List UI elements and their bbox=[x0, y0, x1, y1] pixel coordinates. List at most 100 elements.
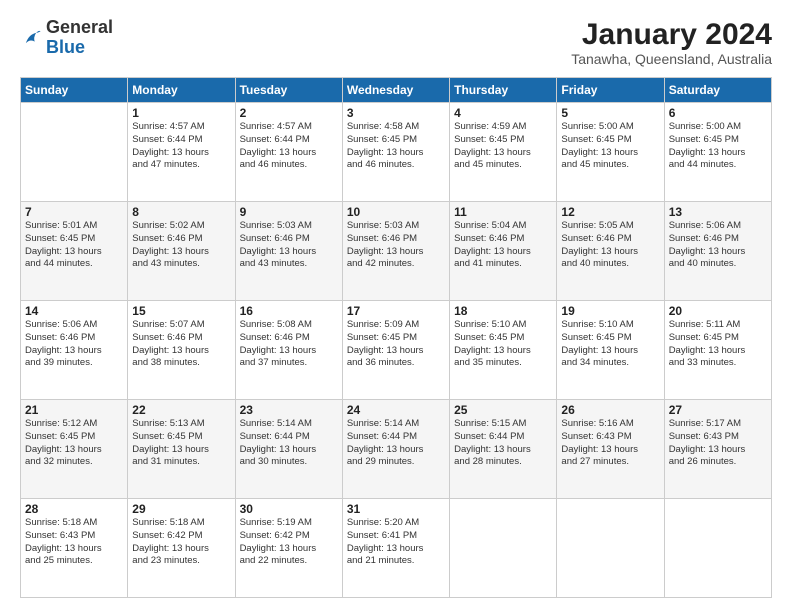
day-number: 19 bbox=[561, 304, 659, 318]
day-number: 14 bbox=[25, 304, 123, 318]
day-info: Sunrise: 4:58 AM Sunset: 6:45 PM Dayligh… bbox=[347, 121, 445, 172]
day-info: Sunrise: 5:00 AM Sunset: 6:45 PM Dayligh… bbox=[669, 121, 767, 172]
day-number: 1 bbox=[132, 106, 230, 120]
weekday-header-monday: Monday bbox=[128, 78, 235, 103]
day-info: Sunrise: 5:20 AM Sunset: 6:41 PM Dayligh… bbox=[347, 517, 445, 568]
calendar-cell: 24Sunrise: 5:14 AM Sunset: 6:44 PM Dayli… bbox=[342, 400, 449, 499]
day-info: Sunrise: 5:14 AM Sunset: 6:44 PM Dayligh… bbox=[240, 418, 338, 469]
day-number: 30 bbox=[240, 502, 338, 516]
day-info: Sunrise: 5:16 AM Sunset: 6:43 PM Dayligh… bbox=[561, 418, 659, 469]
day-info: Sunrise: 5:15 AM Sunset: 6:44 PM Dayligh… bbox=[454, 418, 552, 469]
calendar-cell: 21Sunrise: 5:12 AM Sunset: 6:45 PM Dayli… bbox=[21, 400, 128, 499]
logo-text: General Blue bbox=[46, 18, 113, 58]
day-number: 29 bbox=[132, 502, 230, 516]
calendar-cell bbox=[664, 499, 771, 598]
day-info: Sunrise: 5:10 AM Sunset: 6:45 PM Dayligh… bbox=[454, 319, 552, 370]
day-number: 12 bbox=[561, 205, 659, 219]
day-info: Sunrise: 5:11 AM Sunset: 6:45 PM Dayligh… bbox=[669, 319, 767, 370]
calendar-cell: 1Sunrise: 4:57 AM Sunset: 6:44 PM Daylig… bbox=[128, 103, 235, 202]
calendar-page: General Blue January 2024 Tanawha, Queen… bbox=[0, 0, 792, 612]
day-info: Sunrise: 4:57 AM Sunset: 6:44 PM Dayligh… bbox=[132, 121, 230, 172]
day-info: Sunrise: 5:14 AM Sunset: 6:44 PM Dayligh… bbox=[347, 418, 445, 469]
logo-general: General bbox=[46, 17, 113, 37]
calendar-cell: 15Sunrise: 5:07 AM Sunset: 6:46 PM Dayli… bbox=[128, 301, 235, 400]
day-info: Sunrise: 5:00 AM Sunset: 6:45 PM Dayligh… bbox=[561, 121, 659, 172]
day-info: Sunrise: 5:03 AM Sunset: 6:46 PM Dayligh… bbox=[240, 220, 338, 271]
calendar-cell: 14Sunrise: 5:06 AM Sunset: 6:46 PM Dayli… bbox=[21, 301, 128, 400]
day-info: Sunrise: 5:07 AM Sunset: 6:46 PM Dayligh… bbox=[132, 319, 230, 370]
day-info: Sunrise: 5:10 AM Sunset: 6:45 PM Dayligh… bbox=[561, 319, 659, 370]
day-info: Sunrise: 5:19 AM Sunset: 6:42 PM Dayligh… bbox=[240, 517, 338, 568]
title-block: January 2024 Tanawha, Queensland, Austra… bbox=[571, 18, 772, 67]
day-info: Sunrise: 5:09 AM Sunset: 6:45 PM Dayligh… bbox=[347, 319, 445, 370]
day-number: 18 bbox=[454, 304, 552, 318]
week-row-1: 1Sunrise: 4:57 AM Sunset: 6:44 PM Daylig… bbox=[21, 103, 772, 202]
week-row-4: 21Sunrise: 5:12 AM Sunset: 6:45 PM Dayli… bbox=[21, 400, 772, 499]
day-number: 23 bbox=[240, 403, 338, 417]
calendar-cell: 30Sunrise: 5:19 AM Sunset: 6:42 PM Dayli… bbox=[235, 499, 342, 598]
week-row-5: 28Sunrise: 5:18 AM Sunset: 6:43 PM Dayli… bbox=[21, 499, 772, 598]
calendar-cell: 27Sunrise: 5:17 AM Sunset: 6:43 PM Dayli… bbox=[664, 400, 771, 499]
month-title: January 2024 bbox=[571, 18, 772, 51]
calendar-cell: 17Sunrise: 5:09 AM Sunset: 6:45 PM Dayli… bbox=[342, 301, 449, 400]
day-info: Sunrise: 5:05 AM Sunset: 6:46 PM Dayligh… bbox=[561, 220, 659, 271]
calendar-cell: 13Sunrise: 5:06 AM Sunset: 6:46 PM Dayli… bbox=[664, 202, 771, 301]
calendar-cell bbox=[21, 103, 128, 202]
day-info: Sunrise: 5:18 AM Sunset: 6:42 PM Dayligh… bbox=[132, 517, 230, 568]
day-number: 16 bbox=[240, 304, 338, 318]
calendar-cell: 7Sunrise: 5:01 AM Sunset: 6:45 PM Daylig… bbox=[21, 202, 128, 301]
day-number: 31 bbox=[347, 502, 445, 516]
day-number: 26 bbox=[561, 403, 659, 417]
day-info: Sunrise: 5:18 AM Sunset: 6:43 PM Dayligh… bbox=[25, 517, 123, 568]
weekday-header-saturday: Saturday bbox=[664, 78, 771, 103]
day-number: 9 bbox=[240, 205, 338, 219]
calendar-cell: 23Sunrise: 5:14 AM Sunset: 6:44 PM Dayli… bbox=[235, 400, 342, 499]
day-number: 6 bbox=[669, 106, 767, 120]
calendar-cell: 31Sunrise: 5:20 AM Sunset: 6:41 PM Dayli… bbox=[342, 499, 449, 598]
calendar-cell: 10Sunrise: 5:03 AM Sunset: 6:46 PM Dayli… bbox=[342, 202, 449, 301]
day-info: Sunrise: 4:59 AM Sunset: 6:45 PM Dayligh… bbox=[454, 121, 552, 172]
week-row-2: 7Sunrise: 5:01 AM Sunset: 6:45 PM Daylig… bbox=[21, 202, 772, 301]
day-number: 11 bbox=[454, 205, 552, 219]
week-row-3: 14Sunrise: 5:06 AM Sunset: 6:46 PM Dayli… bbox=[21, 301, 772, 400]
calendar-cell: 8Sunrise: 5:02 AM Sunset: 6:46 PM Daylig… bbox=[128, 202, 235, 301]
logo-bird-icon bbox=[20, 27, 42, 49]
day-info: Sunrise: 5:06 AM Sunset: 6:46 PM Dayligh… bbox=[25, 319, 123, 370]
day-number: 25 bbox=[454, 403, 552, 417]
calendar-cell: 19Sunrise: 5:10 AM Sunset: 6:45 PM Dayli… bbox=[557, 301, 664, 400]
day-number: 2 bbox=[240, 106, 338, 120]
day-number: 24 bbox=[347, 403, 445, 417]
day-info: Sunrise: 5:13 AM Sunset: 6:45 PM Dayligh… bbox=[132, 418, 230, 469]
calendar-table: SundayMondayTuesdayWednesdayThursdayFrid… bbox=[20, 77, 772, 598]
calendar-cell: 22Sunrise: 5:13 AM Sunset: 6:45 PM Dayli… bbox=[128, 400, 235, 499]
day-number: 10 bbox=[347, 205, 445, 219]
day-info: Sunrise: 5:12 AM Sunset: 6:45 PM Dayligh… bbox=[25, 418, 123, 469]
calendar-cell: 5Sunrise: 5:00 AM Sunset: 6:45 PM Daylig… bbox=[557, 103, 664, 202]
calendar-cell: 28Sunrise: 5:18 AM Sunset: 6:43 PM Dayli… bbox=[21, 499, 128, 598]
calendar-cell: 12Sunrise: 5:05 AM Sunset: 6:46 PM Dayli… bbox=[557, 202, 664, 301]
weekday-header-tuesday: Tuesday bbox=[235, 78, 342, 103]
calendar-cell: 25Sunrise: 5:15 AM Sunset: 6:44 PM Dayli… bbox=[450, 400, 557, 499]
day-info: Sunrise: 5:04 AM Sunset: 6:46 PM Dayligh… bbox=[454, 220, 552, 271]
day-number: 3 bbox=[347, 106, 445, 120]
calendar-cell: 16Sunrise: 5:08 AM Sunset: 6:46 PM Dayli… bbox=[235, 301, 342, 400]
day-number: 15 bbox=[132, 304, 230, 318]
day-number: 4 bbox=[454, 106, 552, 120]
calendar-cell: 20Sunrise: 5:11 AM Sunset: 6:45 PM Dayli… bbox=[664, 301, 771, 400]
day-number: 20 bbox=[669, 304, 767, 318]
day-number: 27 bbox=[669, 403, 767, 417]
calendar-cell: 4Sunrise: 4:59 AM Sunset: 6:45 PM Daylig… bbox=[450, 103, 557, 202]
weekday-header-thursday: Thursday bbox=[450, 78, 557, 103]
day-info: Sunrise: 5:02 AM Sunset: 6:46 PM Dayligh… bbox=[132, 220, 230, 271]
day-number: 8 bbox=[132, 205, 230, 219]
day-number: 13 bbox=[669, 205, 767, 219]
day-info: Sunrise: 5:17 AM Sunset: 6:43 PM Dayligh… bbox=[669, 418, 767, 469]
calendar-cell: 11Sunrise: 5:04 AM Sunset: 6:46 PM Dayli… bbox=[450, 202, 557, 301]
day-info: Sunrise: 4:57 AM Sunset: 6:44 PM Dayligh… bbox=[240, 121, 338, 172]
calendar-cell bbox=[450, 499, 557, 598]
location-title: Tanawha, Queensland, Australia bbox=[571, 51, 772, 67]
day-info: Sunrise: 5:01 AM Sunset: 6:45 PM Dayligh… bbox=[25, 220, 123, 271]
calendar-cell: 6Sunrise: 5:00 AM Sunset: 6:45 PM Daylig… bbox=[664, 103, 771, 202]
calendar-cell: 9Sunrise: 5:03 AM Sunset: 6:46 PM Daylig… bbox=[235, 202, 342, 301]
day-info: Sunrise: 5:06 AM Sunset: 6:46 PM Dayligh… bbox=[669, 220, 767, 271]
